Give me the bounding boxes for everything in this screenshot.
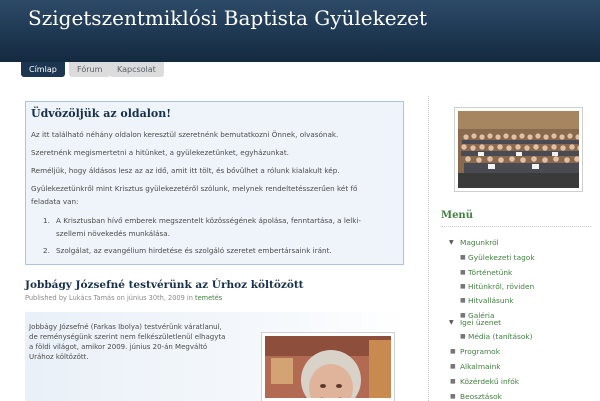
menu-subitem[interactable]: Gyülekezeti tagok bbox=[468, 253, 535, 262]
post-body-line: Jobbágy Józsefné (Farkas Ibolya) testvér… bbox=[29, 323, 222, 331]
menu-subitem[interactable]: Média (tanítások) bbox=[468, 332, 533, 341]
list-item-text: Szolgálat, az evangélium hirdetése és sz… bbox=[56, 246, 332, 255]
menu-subitem[interactable]: Hitünkről, röviden bbox=[468, 282, 534, 291]
list-item-number: 2. bbox=[43, 246, 50, 255]
tab-home[interactable]: Címlap bbox=[21, 62, 65, 77]
bullet-icon: ■ bbox=[450, 363, 456, 370]
bullet-icon: ■ bbox=[460, 254, 466, 261]
post-meta: Published by Lukács Tamás on június 30th… bbox=[25, 294, 222, 302]
menu-subitem[interactable]: Hitvallásunk bbox=[468, 296, 514, 305]
group-photo[interactable] bbox=[454, 107, 583, 192]
bullet-icon: ■ bbox=[450, 393, 456, 400]
menu-subitem[interactable]: Történetünk bbox=[468, 268, 512, 277]
post-body-line: a földi világot, amikor 2009. június 20-… bbox=[29, 343, 208, 351]
sidebar-divider bbox=[428, 96, 429, 401]
post-body-line: Urához költözött. bbox=[29, 353, 89, 361]
menu-title: Menü bbox=[441, 210, 473, 221]
triangle-down-icon[interactable]: ▼ bbox=[449, 239, 454, 246]
welcome-paragraph: Gyülekezetünkről mint Krisztus gyülekeze… bbox=[31, 184, 358, 193]
post-body-line: de reménységünk szerint nem felkészületl… bbox=[29, 333, 226, 341]
welcome-paragraph: Reméljük, hogy áldásos lesz az az idő, a… bbox=[31, 166, 340, 175]
welcome-box: Üdvözöljük az oldalon! Az itt található … bbox=[25, 101, 404, 265]
tab-contact[interactable]: Kapcsolat bbox=[109, 62, 164, 77]
bullet-icon: ■ bbox=[460, 283, 466, 290]
menu-item-alkalmaink[interactable]: Alkalmaink bbox=[460, 362, 501, 371]
bullet-icon: ■ bbox=[460, 269, 466, 276]
post-photo-image bbox=[265, 336, 391, 398]
menu-item-programok[interactable]: Programok bbox=[460, 347, 500, 356]
list-item-text: A Krisztusban hívő emberek megszentelt k… bbox=[56, 216, 362, 225]
group-photo-image bbox=[458, 111, 579, 188]
menu-item-magunkrol[interactable]: Magunkról bbox=[460, 238, 499, 247]
welcome-paragraph: Az itt található néhány oldalon keresztü… bbox=[31, 130, 339, 139]
menu-item-kozerdeku-infok[interactable]: Közérdekű infók bbox=[460, 377, 519, 386]
post-title-link[interactable]: Jobbágy Józsefné testvérünk az Úrhoz köl… bbox=[25, 279, 304, 291]
post-category-link[interactable]: temetés bbox=[195, 294, 222, 302]
tab-forum[interactable]: Fórum bbox=[69, 62, 111, 77]
site-header: Szigetszentmiklósi Baptista Gyülekezet bbox=[0, 0, 600, 62]
welcome-paragraph: feladata van: bbox=[31, 197, 79, 206]
post-photo[interactable] bbox=[261, 332, 395, 401]
bullet-icon: ■ bbox=[450, 378, 456, 385]
bullet-icon: ■ bbox=[460, 333, 466, 340]
list-item-number: 1. bbox=[43, 216, 50, 225]
list-item-text: szellemi növekedés munkálása. bbox=[56, 229, 170, 238]
welcome-paragraph: Szeretnénk megismertetni a hitünket, a g… bbox=[31, 148, 289, 157]
welcome-title: Üdvözöljük az oldalon! bbox=[31, 107, 172, 120]
bullet-icon: ■ bbox=[460, 297, 466, 304]
post-meta-text: Published by Lukács Tamás on június 30th… bbox=[25, 294, 193, 302]
site-title[interactable]: Szigetszentmiklósi Baptista Gyülekezet bbox=[28, 6, 427, 30]
menu-item-igei-uzenet[interactable]: Igei üzenet bbox=[460, 318, 501, 327]
triangle-down-icon[interactable]: ▼ bbox=[449, 319, 454, 326]
main-nav: Címlap Fórum Kapcsolat bbox=[0, 62, 600, 78]
menu-divider bbox=[441, 226, 591, 227]
menu-item-beosztasok[interactable]: Beosztások bbox=[460, 392, 502, 401]
bullet-icon: ■ bbox=[450, 348, 456, 355]
